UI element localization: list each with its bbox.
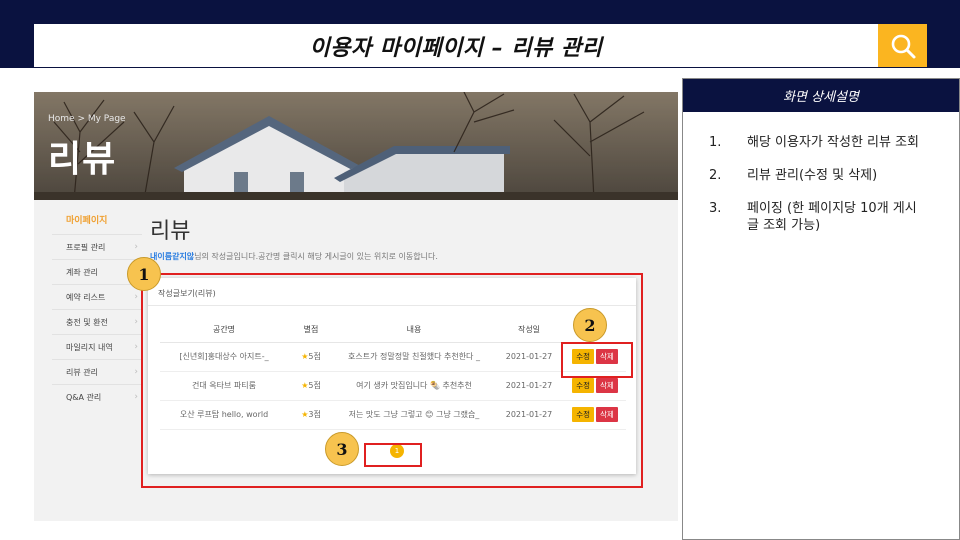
hero-background-image [34,92,678,200]
list-item: 2. 리뷰 관리(수정 및 삭제) [709,167,959,184]
user-nickname-link[interactable]: 내이름같지않 [150,252,194,261]
sidebar-item-label: 마일리지 내역 [66,342,113,352]
mypage-sidebar: 마이페이지 프로필 관리 › 계좌 관리 › 예약 리스트 › 충전 및 환전 › 마일… [52,210,142,409]
hero-banner: Home > My Page 리뷰 [34,92,678,200]
description-panel: 화면 상세설명 1. 해당 이용자가 작성한 리뷰 조회 2. 리뷰 관리(수정 및… [682,78,960,540]
sidebar-item-profile[interactable]: 프로필 관리 › [52,234,142,259]
chevron-right-icon: › [134,342,138,352]
list-item: 1. 해당 이용자가 작성한 리뷰 조회 [709,134,959,151]
sidebar-heading: 마이페이지 [66,216,108,226]
sidebar-item-label: Q&A 관리 [66,392,102,402]
annotation-box-pagination [364,443,422,467]
notice-text: 내이름같지않님의 작성글입니다.공간명 클릭시 해당 게시글이 있는 위치로 이… [150,251,438,262]
chevron-right-icon: › [134,317,138,327]
search-button[interactable] [878,24,927,67]
sidebar-item-qna[interactable]: Q&A 관리 › [52,384,142,409]
sidebar-item-label: 계좌 관리 [66,267,98,277]
chevron-right-icon: › [134,367,138,377]
annotation-marker-1: 1 [127,257,161,291]
item-number: 3. [709,201,722,216]
item-text: 페이징 (한 페이지당 10개 게시글 조회 가능) [747,201,917,233]
sidebar-item-charge[interactable]: 충전 및 환전 › [52,309,142,334]
annotation-marker-3: 3 [325,432,359,466]
sidebar-item-mileage[interactable]: 마일리지 내역 › [52,334,142,359]
item-text: 리뷰 관리(수정 및 삭제) [747,168,878,183]
slide-title-bar: 이용자 마이페이지 – 리뷰 관리 [34,24,878,67]
page-title: 리뷰 [150,219,191,244]
breadcrumb: Home > My Page [48,114,126,124]
sidebar-item-reservations[interactable]: 예약 리스트 › [52,284,142,309]
hero-title: 리뷰 [48,139,117,180]
chevron-right-icon: › [134,292,138,302]
panel-title: 화면 상세설명 [683,79,959,112]
chevron-right-icon: › [134,242,138,252]
notice-message: 님의 작성글입니다.공간명 클릭시 해당 게시글이 있는 위치로 이동합니다. [194,252,438,261]
item-text: 해당 이용자가 작성한 리뷰 조회 [747,135,920,150]
slide-title: 이용자 마이페이지 – 리뷰 관리 [309,35,603,61]
sidebar-item-label: 충전 및 환전 [66,317,108,327]
list-item: 3. 페이징 (한 페이지당 10개 게시글 조회 가능) [709,200,959,234]
item-number: 1. [709,135,722,150]
search-icon [891,34,915,58]
item-number: 2. [709,168,722,183]
description-list: 1. 해당 이용자가 작성한 리뷰 조회 2. 리뷰 관리(수정 및 삭제) 3. 페… [683,112,959,234]
sidebar-item-label: 리뷰 관리 [66,367,98,377]
annotation-marker-2: 2 [573,308,607,342]
annotation-box-edit-delete [561,342,633,378]
sidebar-item-reviews[interactable]: 리뷰 관리 › [52,359,142,384]
sidebar-item-label: 프로필 관리 [66,242,106,252]
chevron-right-icon: › [134,392,138,402]
sidebar-item-label: 예약 리스트 [66,292,106,302]
